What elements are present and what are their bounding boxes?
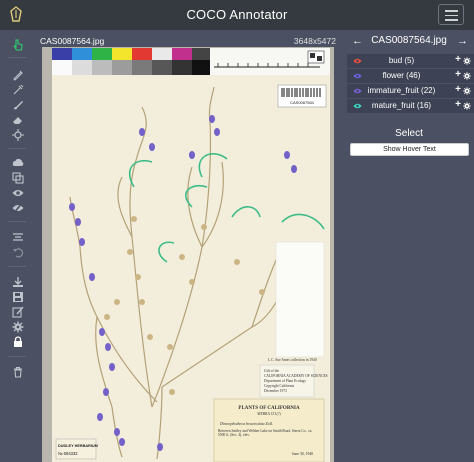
- toolbar-divider: [8, 356, 26, 357]
- select-tool[interactable]: [11, 38, 24, 51]
- toolbar-divider: [8, 57, 26, 58]
- category-list: bud (5) + flower (46) + immature_fruit (…: [347, 54, 474, 114]
- category-row-mature-fruit[interactable]: mature_fruit (16) +: [347, 99, 474, 114]
- eraser-tool-icon: [12, 116, 22, 124]
- small-label-line: Copyright California: [264, 384, 294, 388]
- category-label: mature_fruit (16): [371, 101, 432, 110]
- small-label-line: Department of Plant Ecology: [264, 379, 306, 383]
- align-icon: [12, 232, 23, 241]
- align-button[interactable]: [11, 230, 24, 243]
- herbarium-stamp: DUDLEY HERBARIUM № 694332: [55, 438, 98, 460]
- add-annotation-button[interactable]: +: [455, 54, 461, 65]
- hide-all-button[interactable]: [11, 201, 24, 214]
- gear-icon[interactable]: [463, 102, 471, 110]
- select-tool-icon: [13, 38, 23, 51]
- add-annotation-button[interactable]: +: [455, 84, 461, 95]
- category-row-flower[interactable]: flower (46) +: [347, 69, 474, 84]
- hamburger-line: [445, 19, 458, 21]
- category-label: immature_fruit (22): [367, 86, 436, 95]
- paper-slip: [275, 241, 325, 358]
- herbarium-name: DUDLEY HERBARIUM: [58, 444, 98, 448]
- delete-icon: [13, 366, 22, 378]
- bbox-tool-icon: [12, 70, 23, 81]
- menu-toggle-button[interactable]: [438, 4, 464, 25]
- show-hover-text-button[interactable]: Show Hover Text: [350, 143, 469, 156]
- color-calibration-strip: [52, 48, 330, 75]
- plants-of-california-label: PLANTS OF CALIFORNIA SIERRA CO.(?) Dimor…: [213, 398, 325, 462]
- undo-icon: [12, 247, 23, 257]
- upload-annotations-icon: [12, 158, 23, 166]
- plants-header: PLANTS OF CALIFORNIA: [238, 406, 300, 411]
- canvas-area[interactable]: CAS0087564.jpg 3648x5472 CAS0087564 Gift…: [34, 30, 342, 462]
- gear-icon[interactable]: [463, 87, 471, 95]
- image-filename: CAS0087564.jpg: [40, 36, 105, 46]
- edit-button[interactable]: [11, 305, 24, 318]
- category-label: flower (46): [382, 71, 421, 80]
- collector-note: L.C. Sue Ames collection in 1940: [268, 358, 317, 362]
- copy-annotations-button[interactable]: [11, 171, 24, 184]
- barcode-text: CAS0087564: [290, 100, 315, 105]
- lock-icon: [13, 335, 22, 347]
- hide-all-icon: [12, 202, 23, 213]
- keypoint-tool[interactable]: [11, 128, 24, 141]
- lock-button[interactable]: [11, 335, 24, 348]
- locality-box: Between Sattley and Webber Lake on Smith…: [218, 429, 313, 438]
- brush-tool[interactable]: [11, 98, 24, 111]
- show-all-icon: [12, 189, 23, 196]
- barcode-label: CAS0087564: [277, 84, 327, 108]
- toolbar-divider: [8, 266, 26, 267]
- species-name: Dimorphotheca bracteolata Zoll.: [219, 421, 273, 426]
- upload-annotations-button[interactable]: [11, 156, 24, 169]
- image-header: CAS0087564.jpg 3648x5472: [40, 36, 336, 46]
- category-label: bud (5): [388, 56, 415, 65]
- small-label-line: Gift of the: [264, 369, 279, 373]
- hamburger-line: [445, 14, 458, 17]
- top-navbar: COCO Annotator: [0, 0, 474, 30]
- accession-number: № 694332: [58, 451, 78, 456]
- add-annotation-button[interactable]: +: [455, 69, 461, 80]
- image-navigation: ← CAS0087564.jpg →: [344, 30, 474, 52]
- bbox-tool[interactable]: [11, 68, 24, 81]
- keypoint-tool-icon: [11, 128, 24, 141]
- undo-button[interactable]: [11, 245, 24, 258]
- save-button[interactable]: [11, 290, 24, 303]
- gear-icon[interactable]: [463, 57, 471, 65]
- plants-subheader: SIERRA CO.(?): [257, 412, 281, 416]
- edit-icon: [11, 306, 24, 318]
- next-image-button[interactable]: →: [457, 35, 468, 47]
- image-dimensions: 3648x5472: [293, 36, 336, 46]
- select-heading: Select: [395, 128, 423, 139]
- hamburger-line: [445, 10, 458, 12]
- panel-image-title: CAS0087564.jpg: [371, 35, 447, 46]
- right-panel: ← CAS0087564.jpg → bud (5) + flower (46)…: [344, 30, 474, 462]
- add-annotation-button[interactable]: +: [455, 99, 461, 110]
- brush-tool-icon: [13, 100, 23, 109]
- polygon-tool-icon: [13, 84, 23, 94]
- specimen-image[interactable]: CAS0087564 Gift of the CALIFORNIA ACADEM…: [42, 47, 334, 462]
- gear-icon[interactable]: [463, 72, 471, 80]
- save-icon: [12, 291, 23, 302]
- app-title: COCO Annotator: [186, 7, 288, 22]
- category-row-bud[interactable]: bud (5) +: [347, 54, 474, 69]
- left-toolbar: [0, 30, 34, 462]
- settings-icon: [12, 321, 23, 332]
- polygon-tool[interactable]: [11, 83, 24, 96]
- toolbar-divider: [8, 221, 26, 222]
- delete-button[interactable]: [11, 365, 24, 378]
- show-all-button[interactable]: [11, 186, 24, 199]
- eraser-tool[interactable]: [11, 113, 24, 126]
- settings-button[interactable]: [11, 320, 24, 333]
- copy-annotations-icon: [11, 171, 24, 184]
- toolbar-divider: [8, 148, 26, 149]
- download-icon: [12, 276, 23, 287]
- download-button[interactable]: [11, 275, 24, 288]
- small-label-line: CALIFORNIA ACADEMY OF SCIENCES: [264, 374, 328, 378]
- locality-text: Between Sattley and Webber Lake on Smith…: [218, 429, 313, 438]
- small-label-line: December 1973: [264, 389, 287, 393]
- category-row-immature-fruit[interactable]: immature_fruit (22) +: [347, 84, 474, 99]
